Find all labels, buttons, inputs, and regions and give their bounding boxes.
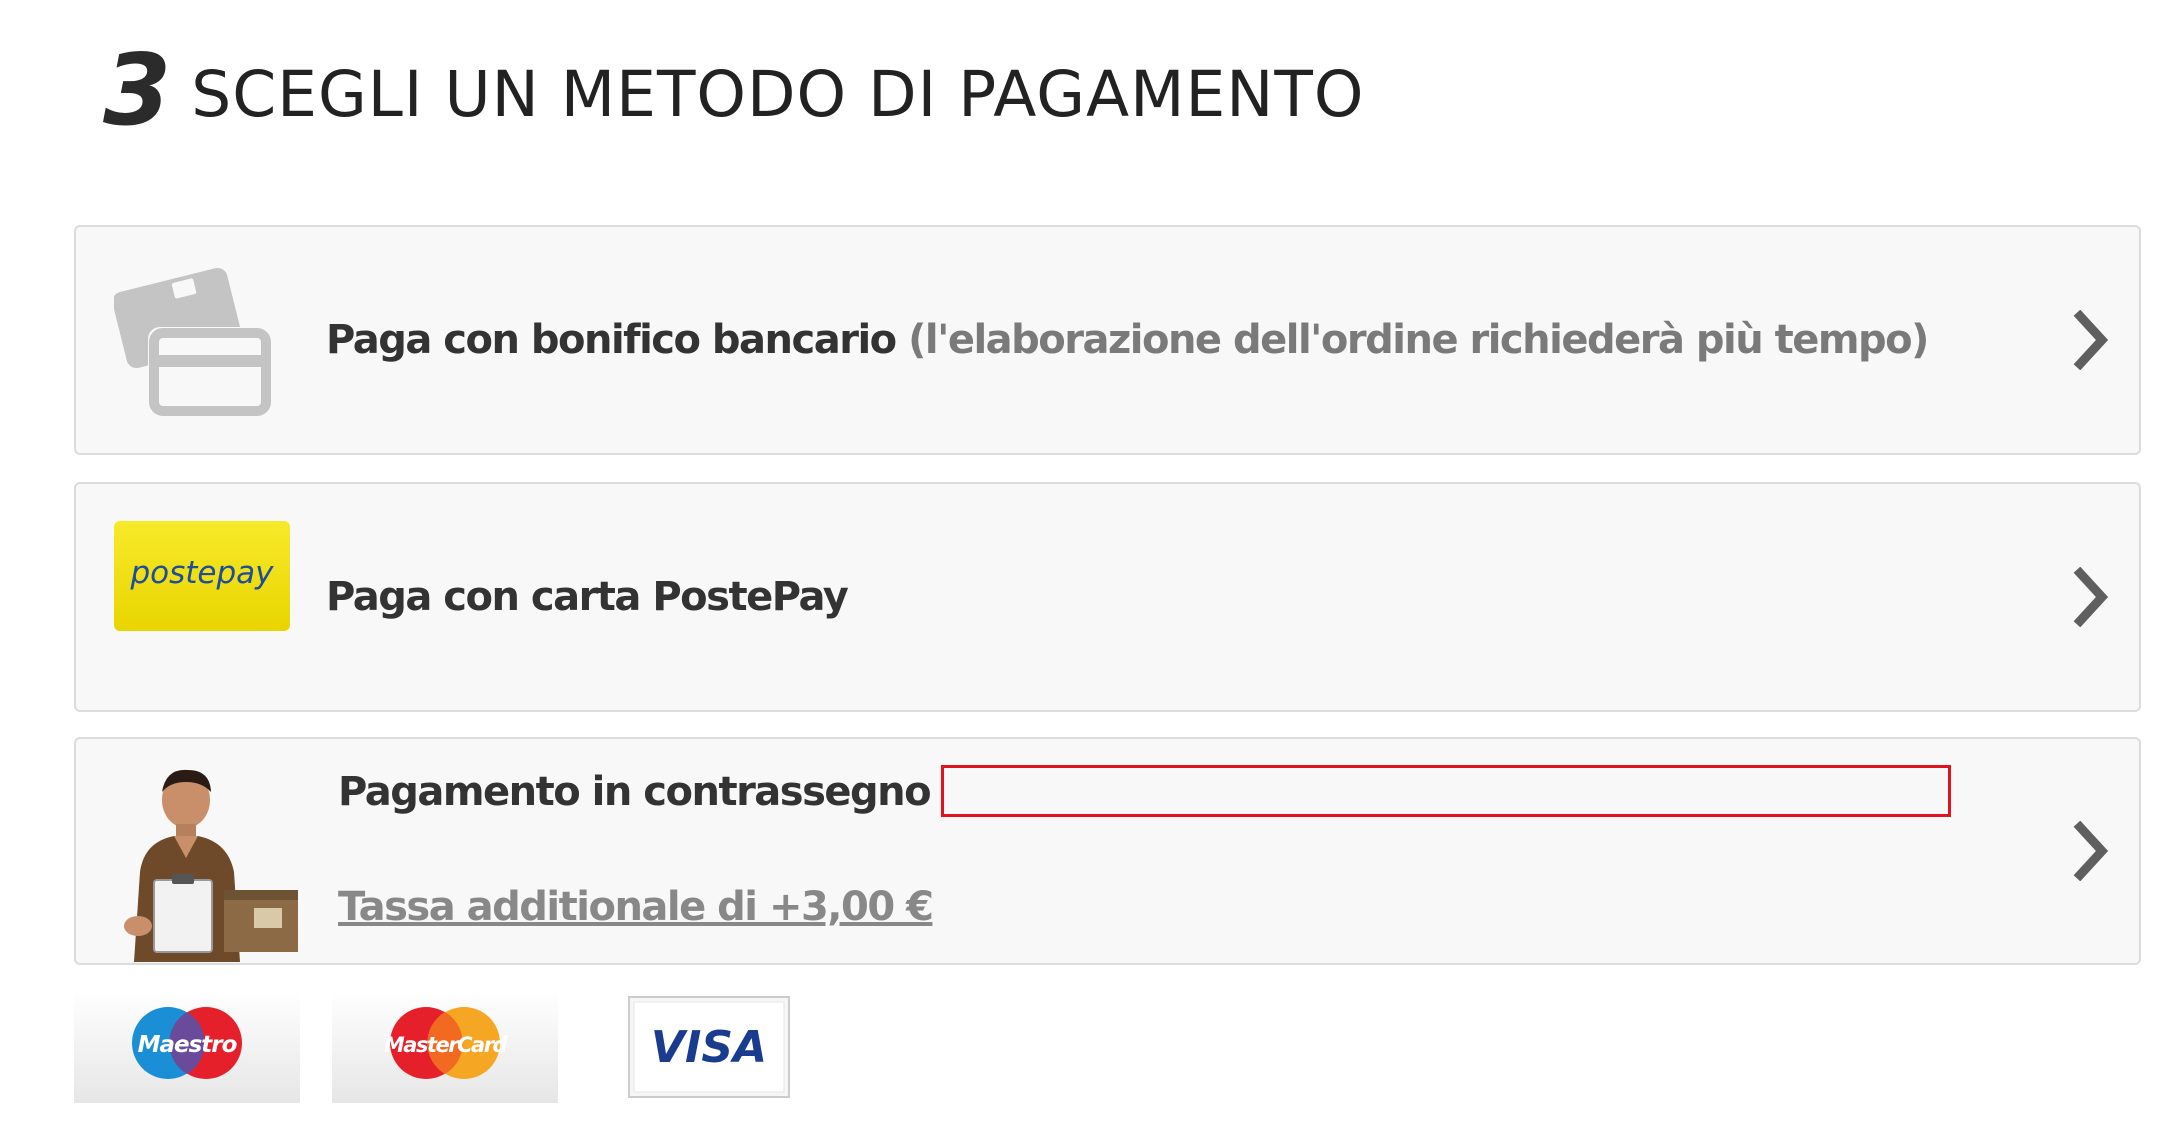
postepay-logo: postepay <box>114 521 290 631</box>
bank-transfer-text: Paga con bonifico bancario (l'elaborazio… <box>326 317 1929 363</box>
chevron-right-icon <box>2073 821 2109 881</box>
cash-on-delivery-label: Pagamento in contrassegno <box>338 769 932 815</box>
payment-option-cash-on-delivery[interactable]: Pagamento in contrassegno Tassa addition… <box>74 737 2141 965</box>
payment-option-bank-transfer[interactable]: Paga con bonifico bancario (l'elaborazio… <box>74 225 2141 455</box>
postepay-label: Paga con carta PostePay <box>326 574 849 620</box>
chevron-right-icon <box>2073 310 2109 370</box>
accepted-cards: Maestro MasterCard VISA <box>74 990 834 1110</box>
maestro-logo-text: Maestro <box>138 1032 237 1058</box>
maestro-logo: Maestro <box>74 990 300 1103</box>
postepay-logo-text: postepay <box>129 555 274 591</box>
credit-card-icon <box>114 268 272 417</box>
visa-logo: VISA <box>628 996 790 1098</box>
chevron-right-icon <box>2073 567 2109 627</box>
page-header: 3 SCEGLI UN METODO DI PAGAMENTO <box>103 36 1364 146</box>
highlight-box <box>941 765 1951 817</box>
page-title: SCEGLI UN METODO DI PAGAMENTO <box>191 57 1365 131</box>
courier-person-icon <box>124 769 298 962</box>
mastercard-logo-text: MasterCard <box>384 1033 509 1057</box>
bank-transfer-note: (l'elaborazione dell'ordine richiederà p… <box>908 317 1929 363</box>
step-number: 3 <box>103 34 171 148</box>
bank-transfer-label: Paga con bonifico bancario <box>326 317 897 363</box>
mastercard-logo: MasterCard <box>332 990 558 1103</box>
visa-logo-text: VISA <box>651 1022 767 1073</box>
additional-fee-link[interactable]: Tassa additionale di +3,00 € <box>338 884 934 930</box>
payment-option-postepay[interactable]: postepay Paga con carta PostePay <box>74 482 2141 712</box>
